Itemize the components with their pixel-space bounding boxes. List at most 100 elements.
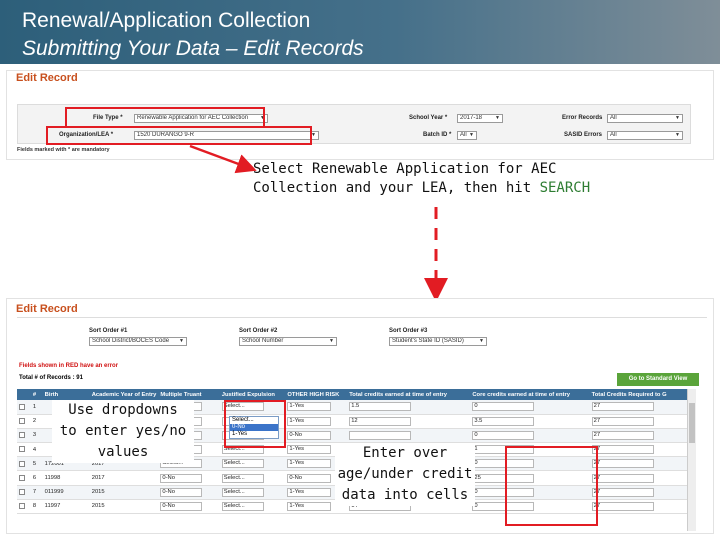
total-credits-col — [347, 428, 471, 444]
row-col — [17, 499, 31, 515]
row-number: 6 — [32, 475, 37, 482]
core-credits-col: 0 — [470, 428, 590, 444]
justified-expulsion-select[interactable]: Select... — [221, 459, 264, 469]
row-checkbox[interactable] — [19, 474, 25, 481]
other-high-risk-select[interactable]: 1-Yes — [287, 445, 332, 455]
required-credits-input[interactable]: 27 — [591, 402, 654, 412]
table-header-row: # Birth Academic Year of Entry Multiple … — [17, 389, 687, 400]
total-records: Total # of Records : 91 — [19, 375, 83, 381]
organization-highlight — [46, 126, 312, 145]
required-credits-input[interactable]: 27 — [591, 416, 654, 426]
total-credits-col: 12 — [347, 414, 471, 429]
col-header-other-high-risk: OTHER HIGH RISK — [285, 389, 348, 400]
required-credits-input[interactable]: 27 — [591, 445, 654, 455]
row-checkbox[interactable] — [19, 503, 25, 510]
other-high-risk-select[interactable]: 1-Yes — [287, 459, 332, 469]
row-number: 4 — [32, 446, 37, 453]
other-high-risk-select[interactable]: 1-Yes — [287, 416, 332, 426]
birth-cell: 11998 — [44, 475, 61, 482]
callout-line-1: Select Renewable Application for AEC — [253, 161, 557, 177]
required-credits-input[interactable]: 27 — [591, 459, 654, 469]
dropdown-note: Use dropdowns to enter yes/no values — [52, 400, 194, 463]
sort2-select[interactable]: School Number ▼ — [239, 337, 337, 346]
row-checkbox[interactable] — [19, 446, 25, 453]
birth-cell: 11997 — [44, 503, 61, 510]
col-header-birth: Birth — [42, 389, 90, 400]
birth-cell: 011999 — [44, 489, 64, 496]
core-credits-input[interactable]: 0 — [472, 402, 535, 412]
sort1-select[interactable]: School District/BOCES Code ▼ — [89, 337, 187, 346]
core-credits-input[interactable]: 3.5 — [472, 416, 535, 426]
sasid-errors-label: SASID Errors — [564, 132, 603, 138]
birth-cell-col: 11997 — [42, 499, 90, 515]
sort1-label: Sort Order #1 — [89, 328, 128, 334]
multiple-truant-select[interactable]: 0-No — [160, 473, 203, 483]
justified-expulsion-select[interactable]: Select... — [221, 501, 264, 511]
multiple-truant-col: 0-No — [158, 470, 220, 486]
total-credits-input[interactable]: 1.5 — [349, 402, 412, 412]
required-credits-col: 27 — [589, 499, 687, 515]
table-scrollbar[interactable] — [687, 389, 696, 531]
row-number: 1 — [32, 403, 37, 410]
academic-year-cell: 2017 — [91, 475, 105, 482]
justified-expulsion-select[interactable]: Select... — [221, 473, 264, 483]
total-credits-input[interactable] — [349, 430, 412, 440]
row-col — [17, 470, 31, 486]
row-col — [17, 442, 31, 458]
row-number-col: 4 — [30, 442, 43, 458]
standard-view-button[interactable]: Go to Standard View — [617, 373, 699, 386]
sort3-label: Sort Order #3 — [389, 328, 428, 334]
justified-expulsion-col: Select... — [219, 470, 286, 486]
required-credits-col: 27 — [589, 400, 687, 415]
row-checkbox[interactable] — [19, 488, 25, 495]
required-credits-input[interactable]: 27 — [591, 487, 654, 497]
other-high-risk-select[interactable]: 1-Yes — [287, 402, 332, 412]
academic-year-cell: 2015 — [91, 503, 105, 510]
chevron-down-icon: ▼ — [179, 338, 184, 344]
other-high-risk-select[interactable]: 0-No — [287, 430, 332, 440]
row-checkbox[interactable] — [19, 418, 25, 425]
row-col — [17, 428, 31, 444]
slide-title: Renewal/Application Collection — [22, 9, 311, 32]
slide-subtitle: Submitting Your Data – Edit Records — [22, 37, 364, 60]
error-message: Fields shown in RED have an error — [19, 363, 119, 369]
row-number-col: 6 — [30, 470, 43, 486]
required-credits-col: 27 — [589, 442, 687, 458]
other-high-risk-select[interactable]: 0-No — [287, 473, 332, 483]
core-credits-col: 0 — [470, 400, 590, 415]
sasid-errors-select[interactable]: All ▼ — [607, 131, 683, 140]
top-panel-title: Edit Record — [16, 72, 78, 84]
multiple-truant-select[interactable]: 0-No — [160, 487, 203, 497]
core-credits-input[interactable]: 0 — [472, 430, 535, 440]
sort3-select[interactable]: Student's State ID (SASID) ▼ — [389, 337, 487, 346]
other-high-risk-select[interactable]: 1-Yes — [287, 501, 332, 511]
col-header-number: # — [30, 389, 43, 400]
error-records-select[interactable]: All ▼ — [607, 114, 683, 123]
school-year-select[interactable]: 2017-18 ▼ — [457, 114, 503, 123]
required-credits-input[interactable]: 27 — [591, 473, 654, 483]
required-credits-input[interactable]: 27 — [591, 501, 654, 511]
justified-expulsion-select[interactable]: Select... — [221, 487, 264, 497]
row-col — [17, 400, 31, 415]
col-header-academic-year: Academic Year of Entry — [89, 389, 159, 400]
error-records-label: Error Records — [562, 115, 603, 121]
required-credits-col: 27 — [589, 470, 687, 486]
bottom-panel-title: Edit Record — [16, 303, 78, 315]
row-checkbox[interactable] — [19, 403, 25, 410]
row-number: 8 — [32, 503, 37, 510]
total-credits-input[interactable]: 12 — [349, 416, 412, 426]
chevron-down-icon: ▼ — [675, 132, 680, 138]
row-checkbox[interactable] — [19, 460, 25, 467]
multiple-truant-col: 0-No — [158, 485, 220, 500]
required-credits-col: 27 — [589, 456, 687, 472]
col-header-required-credits: Total Credits Required to G — [589, 389, 687, 400]
batch-id-select[interactable]: All ▼ — [457, 131, 477, 140]
dropdown-highlight — [224, 400, 286, 448]
row-checkbox[interactable] — [19, 432, 25, 439]
scrollbar-thumb[interactable] — [689, 403, 695, 443]
other-high-risk-select[interactable]: 1-Yes — [287, 487, 332, 497]
multiple-truant-col: 0-No — [158, 499, 220, 515]
multiple-truant-select[interactable]: 0-No — [160, 501, 203, 511]
required-credits-input[interactable]: 27 — [591, 430, 654, 440]
total-credits-col: 1.5 — [347, 400, 471, 415]
